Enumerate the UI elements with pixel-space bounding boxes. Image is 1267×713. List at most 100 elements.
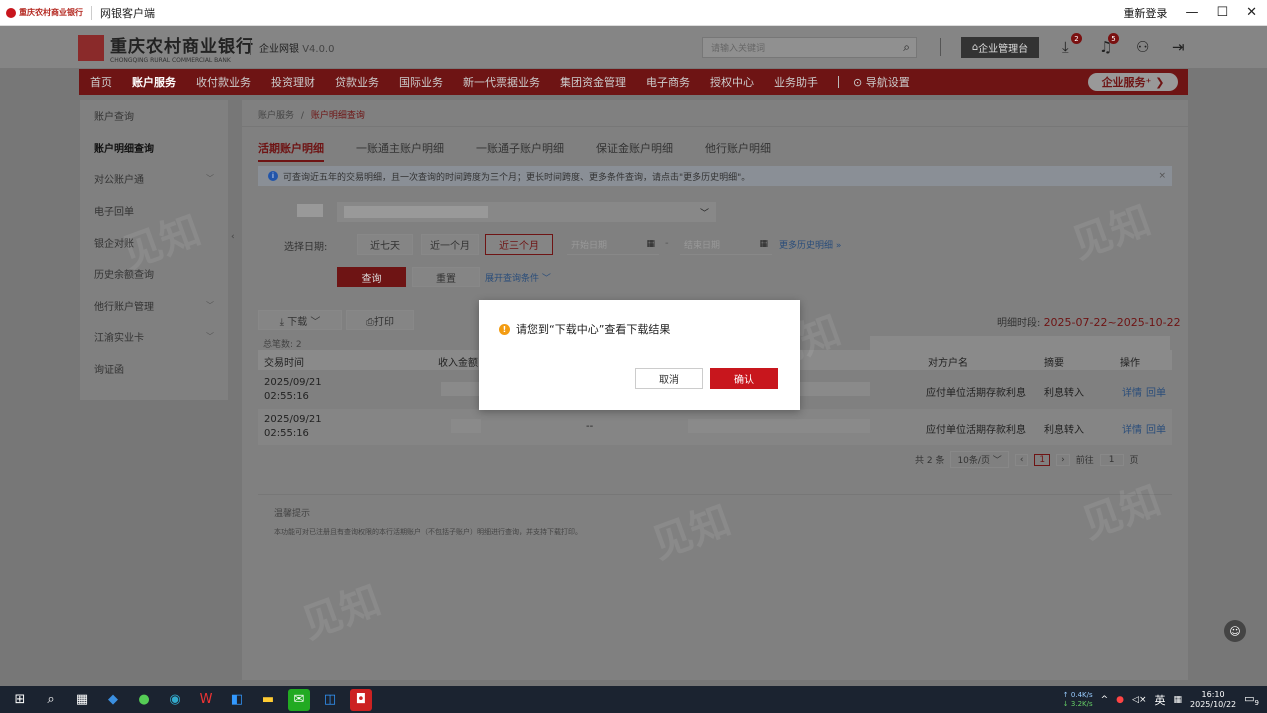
logout-icon[interactable]: ⇥ [1172,38,1185,56]
nav-item-home[interactable]: 首页 [90,74,112,90]
sidebar-item-account-detail[interactable]: 账户明细查询 [80,132,228,164]
nav-item-loans[interactable]: 贷款业务 [335,74,379,90]
sidebar-item-history-balance[interactable]: 历史余额查询 [80,258,228,290]
download-center-icon[interactable]: ⤓ [1062,38,1069,56]
tab-deposit-account[interactable]: 保证金账户明细 [596,140,673,162]
tab-main-account[interactable]: 一账通主账户明细 [356,140,444,162]
sidebar-item-account-query[interactable]: 账户查询 [80,100,228,132]
col-actions: 操作 [1120,358,1140,369]
pagination-total: 共 2 条 [915,456,945,466]
chevron-down-icon: ﹀ [206,332,214,342]
row-receipt-link[interactable]: 回单 [1146,384,1166,399]
sidebar-item-corporate-account[interactable]: 对公账户通 ﹀ [80,163,228,195]
print-button[interactable]: ⎙打印 [346,310,414,330]
close-icon[interactable]: × [1158,171,1166,181]
app-ui-icon[interactable]: ◫ [319,689,341,711]
tab-sub-account[interactable]: 一账通子账户明细 [476,140,564,162]
nav-item-authorization[interactable]: 授权中心 [710,74,754,90]
row-detail-link[interactable]: 详情 [1122,384,1142,399]
download-button[interactable]: ⤓ 下载 ﹀ [258,310,342,330]
assistant-avatar-icon[interactable]: ☺ [1224,620,1246,642]
app-blue-icon[interactable]: ◧ [226,689,248,711]
page-number-button[interactable]: 1 [1034,453,1051,466]
nav-item-investment[interactable]: 投资理财 [271,74,315,90]
relogin-button[interactable]: 重新登录 [1123,5,1167,21]
app-diamond-icon[interactable]: ◆ [102,689,124,711]
date-option-3months[interactable]: 近三个月 [485,234,553,255]
reset-button[interactable]: 重置 [412,267,480,287]
period-value: 2025-07-22~2025-10-22 [1043,316,1181,329]
sidebar-item-label: 历史余额查询 [94,270,154,282]
row-receipt-link[interactable]: 回单 [1146,421,1166,436]
sidebar-collapse-icon[interactable]: ‹ [231,232,235,242]
calculator-icon[interactable]: ▦ [71,689,93,711]
nav-item-international[interactable]: 国际业务 [399,74,443,90]
edge-browser-icon[interactable]: ◉ [164,689,186,711]
prev-page-button[interactable]: ‹ [1014,453,1029,466]
notification-icon[interactable]: ▭9 [1244,692,1259,707]
goto-label: 前往 [1075,456,1094,466]
date-option-7days[interactable]: 近七天 [357,234,413,255]
sidebar-item-other-bank[interactable]: 他行账户管理 ﹀ [80,290,228,322]
nav-item-payments[interactable]: 收付款业务 [196,74,251,90]
breadcrumb-root[interactable]: 账户服务 [258,111,294,121]
enterprise-service-button[interactable]: 企业服务⁺ ❯ [1088,73,1178,91]
page-size-select[interactable]: 10条/页 ﹀ [950,451,1009,468]
search-input[interactable]: 请输入关键词 ⌕ [702,37,917,58]
sidebar-item-label: 账户查询 [94,112,134,124]
row-detail-link[interactable]: 详情 [1122,421,1142,436]
tray-expand-icon[interactable]: ^ [1101,695,1109,705]
start-date-input[interactable]: 开始日期 ▦ [567,234,659,255]
sidebar-item-e-receipt[interactable]: 电子回单 [80,195,228,227]
sidebar-item-industry-card[interactable]: 江渝实业卡 ﹀ [80,321,228,353]
close-icon[interactable]: ✕ [1246,5,1257,20]
end-date-input[interactable]: 结束日期 ▦ [680,234,772,255]
file-explorer-icon[interactable]: ▬ [257,689,279,711]
query-button[interactable]: 查询 [337,267,406,287]
nav-item-group-funds[interactable]: 集团资金管理 [560,74,626,90]
user-icon[interactable]: ⚇ [1136,38,1149,56]
expand-conditions-link[interactable]: 展开查询条件 ﹀ [485,271,551,284]
maximize-icon[interactable]: ☐ [1216,5,1228,20]
wechat-icon[interactable]: ✉ [288,688,310,711]
nav-settings[interactable]: ⊙ 导航设置 [853,74,910,90]
confirm-button[interactable]: 确认 [710,368,778,389]
nav-item-bills[interactable]: 新一代票据业务 [463,74,540,90]
volume-icon[interactable]: ◁× [1132,695,1146,705]
row-time: 2025/09/21 02:55:16 [264,414,322,439]
enterprise-mgmt-button[interactable]: ⌂ 企业管理台 [961,37,1039,58]
tab-current-account[interactable]: 活期账户明细 [258,140,324,162]
account-select[interactable]: ﹀ [337,202,716,222]
minimize-icon[interactable]: — [1185,5,1198,20]
tray-app-icon[interactable]: ● [1116,695,1124,705]
bank-client-icon[interactable]: ◘ [350,688,372,711]
search-icon[interactable]: ⌕ [903,40,910,55]
row-summary: 利息转入 [1044,425,1084,436]
input-language[interactable]: 英 [1155,692,1166,708]
col-income: 收入金额 [438,358,478,369]
sidebar-item-confirmation[interactable]: 询证函 [80,353,228,385]
product-name: 企业网银 [259,44,299,55]
sidebar-item-reconciliation[interactable]: 银企对账 [80,226,228,258]
goto-page-input[interactable]: 1 [1099,453,1124,466]
app-green-icon[interactable]: ● [133,689,155,711]
tab-other-bank-account[interactable]: 他行账户明细 [705,140,771,162]
nav-item-account-service[interactable]: 账户服务 [132,74,176,90]
nav-item-assistant[interactable]: 业务助手 [774,74,818,90]
product-version: 企业网银 V4.0.0 [250,40,334,55]
more-history-link[interactable]: 更多历史明细 » [779,238,841,251]
clock[interactable]: 16:10 2025/10/22 [1190,690,1236,710]
taskbar-search-icon[interactable]: ⌕ [40,689,62,711]
cancel-button[interactable]: 取消 [635,368,703,389]
next-page-button[interactable]: › [1056,453,1070,466]
nav-item-ecommerce[interactable]: 电子商务 [646,74,690,90]
network-speed: ↑ 0.4K/s ↓ 3.2K/s [1063,691,1093,709]
redacted-income [451,419,481,433]
version-number: V4.0.0 [302,44,335,55]
windows-start-icon[interactable]: ⊞ [9,689,31,711]
input-mode-icon[interactable]: ▦ [1174,695,1183,705]
chevron-down-icon: ﹀ [206,300,214,310]
date-option-1month[interactable]: 近一个月 [421,234,479,255]
clock-time: 16:10 [1201,689,1225,699]
wps-icon[interactable]: W [195,689,217,711]
